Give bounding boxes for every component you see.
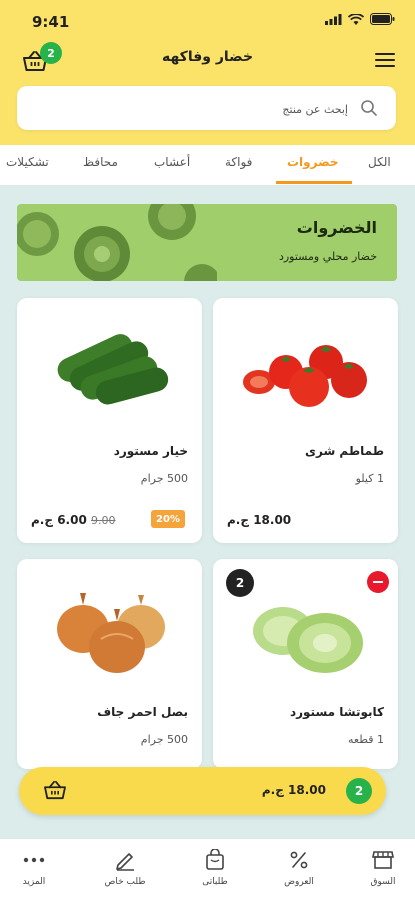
minus-icon <box>373 581 383 583</box>
product-name: بصل احمر جاف <box>97 705 188 719</box>
tab-herbs[interactable]: أعشاب <box>154 155 190 169</box>
tomato-image <box>243 345 367 407</box>
tab-all[interactable]: الكل <box>368 155 391 169</box>
menu-button[interactable] <box>375 53 395 67</box>
shopping-bag-icon <box>206 849 224 870</box>
cart-bar-count: 2 <box>346 778 372 804</box>
product-price: 18.00 ج.م <box>227 513 292 527</box>
nav-label: طلباتى <box>202 877 228 887</box>
cabbage-banner-image <box>17 204 217 281</box>
percent-icon <box>290 851 308 869</box>
product-quantity: 500 جرام <box>140 472 188 485</box>
remove-from-cart-button[interactable] <box>367 571 389 593</box>
search-bar[interactable] <box>17 86 396 132</box>
battery-icon <box>370 13 395 25</box>
page-title: خضار وفاكهه <box>161 49 254 65</box>
more-icon <box>23 857 45 863</box>
category-tabs: الكل خضروات فواكة أعشاب محافظ تشكيلات <box>0 145 415 186</box>
tab-portfolios[interactable]: محافظ <box>83 155 118 169</box>
nav-more[interactable]: المزيد <box>0 847 74 887</box>
product-name: طماطم شرى <box>304 444 384 458</box>
signal-icon <box>325 13 342 25</box>
banner-title: الخضروات <box>296 218 377 237</box>
pencil-icon <box>116 853 134 871</box>
product-quantity: 1 قطعه <box>348 733 384 746</box>
nav-label: السوق <box>370 877 396 887</box>
wifi-icon <box>348 13 364 25</box>
discount-badge: 20% <box>151 510 185 528</box>
cucumber-image <box>57 334 169 405</box>
active-tab-indicator <box>276 181 352 184</box>
cart-total: 18.00 ج.م <box>261 783 326 797</box>
view-cart-bar[interactable]: 2 18.00 ج.م <box>19 767 386 815</box>
product-card[interactable]: بصل احمر جاف 500 جرام <box>17 559 202 769</box>
product-card[interactable]: خيار مستورد 500 جرام 20% 9.00 6.00 ج.م <box>17 298 202 543</box>
old-price: 9.00 <box>91 514 116 527</box>
banner-subtitle: خضار محلي ومستورد <box>278 250 377 263</box>
search-input[interactable] <box>46 86 350 132</box>
product-card[interactable]: طماطم شرى 1 كيلو 18.00 ج.م <box>213 298 398 543</box>
product-card[interactable]: 2 كابوتشا مستورد 1 قطعه <box>213 559 398 769</box>
tab-vegetables[interactable]: خضروات <box>287 155 339 169</box>
nav-market[interactable]: السوق <box>343 847 415 887</box>
nav-label: طلب خاص <box>104 877 146 887</box>
product-name: كابوتشا مستورد <box>289 705 384 719</box>
onion-image <box>57 593 165 673</box>
search-icon <box>361 100 377 116</box>
product-quantity: 500 جرام <box>140 733 188 746</box>
tab-assortments[interactable]: تشكيلات <box>6 155 49 169</box>
lettuce-image <box>253 607 363 673</box>
nav-label: العروض <box>284 877 314 887</box>
status-time: 9:41 <box>32 13 70 31</box>
store-icon <box>372 851 394 869</box>
product-price: 6.00 ج.م <box>31 513 87 527</box>
nav-orders[interactable]: طلباتى <box>175 847 255 887</box>
category-banner: الخضروات خضار محلي ومستورد <box>17 204 397 281</box>
nav-special-request[interactable]: طلب خاص <box>85 847 165 887</box>
product-name: خيار مستورد <box>113 444 188 458</box>
status-icons <box>325 13 395 25</box>
product-quantity: 1 كيلو <box>355 472 384 485</box>
tab-fruits[interactable]: فواكة <box>225 155 252 169</box>
nav-offers[interactable]: العروض <box>259 847 339 887</box>
bottom-navigation: السوق العروض طلباتى طلب خاص المزيد <box>0 838 415 901</box>
menu-icon <box>375 53 395 55</box>
nav-label: المزيد <box>22 877 46 887</box>
basket-icon <box>44 780 66 800</box>
app-header: 9:41 2 خضار وفاكهه <box>0 0 415 145</box>
